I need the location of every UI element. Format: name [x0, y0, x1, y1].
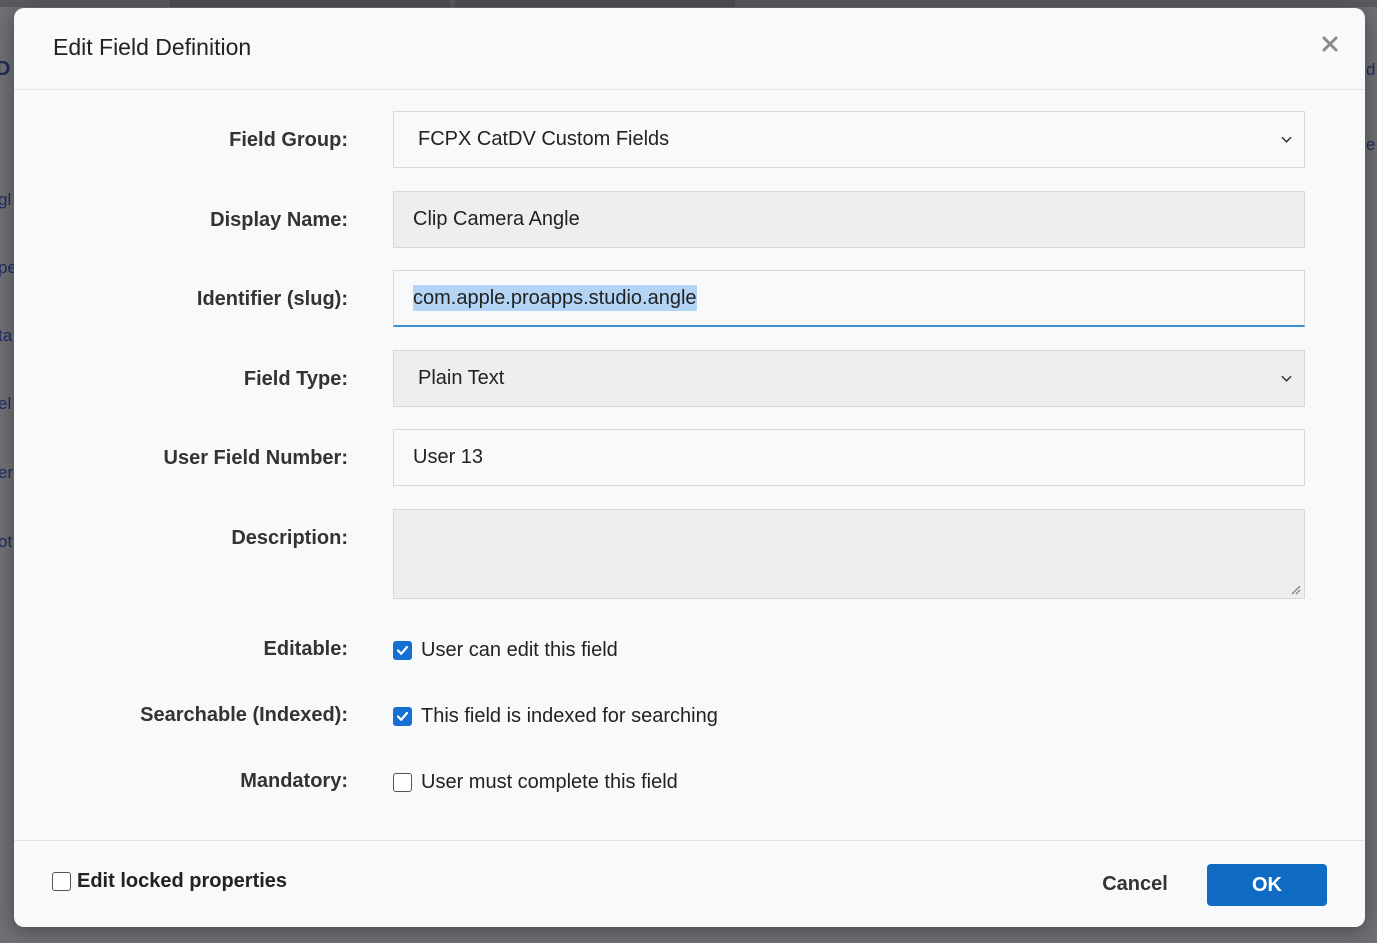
background-topbar	[0, 0, 1377, 7]
background-fragment: e	[1366, 135, 1376, 154]
dialog-title: Edit Field Definition	[53, 34, 252, 60]
background-fragment: ot	[0, 532, 13, 551]
field-type-value: Plain Text	[418, 367, 505, 389]
background-fragment: el	[0, 394, 12, 413]
edit-field-dialog: Edit Field Definition Field Group: FCPX …	[14, 8, 1365, 927]
close-button[interactable]	[1317, 30, 1343, 56]
mandatory-checkbox-row[interactable]: User must complete this field	[393, 770, 678, 794]
searchable-checkbox-row[interactable]: This field is indexed for searching	[393, 704, 718, 728]
editable-checkbox-row[interactable]: User can edit this field	[393, 638, 618, 662]
background-fragment: er	[0, 463, 14, 482]
display-name-label: Display Name:	[210, 209, 348, 231]
checkmark-icon	[396, 711, 409, 721]
display-name-field[interactable]: Clip Camera Angle	[393, 191, 1305, 248]
dialog-footer: Edit locked properties Cancel OK	[14, 840, 1365, 927]
ok-button[interactable]: OK	[1207, 864, 1327, 906]
description-label: Description:	[231, 527, 348, 549]
user-field-number-value: User 13	[413, 446, 484, 468]
searchable-label: Searchable (Indexed):	[140, 704, 348, 726]
searchable-checkbox[interactable]	[393, 706, 412, 726]
field-type-select[interactable]: Plain Text	[393, 350, 1305, 407]
user-field-number-field[interactable]: User 13	[393, 429, 1305, 486]
identifier-value: com.apple.proapps.studio.angle	[413, 285, 697, 311]
edit-locked-label: Edit locked properties	[77, 870, 288, 892]
field-group-select[interactable]: FCPX CatDV Custom Fields	[393, 111, 1305, 168]
chevron-down-icon	[1281, 375, 1292, 382]
close-icon	[1322, 36, 1338, 52]
field-type-label: Field Type:	[243, 368, 348, 390]
background-fragment: ta	[0, 326, 13, 345]
background-fragment: d	[1366, 60, 1376, 79]
field-group-label: Field Group:	[229, 129, 348, 151]
identifier-label: Identifier (slug):	[196, 288, 348, 310]
resize-grip-icon[interactable]	[1289, 583, 1301, 595]
display-name-value: Clip Camera Angle	[413, 208, 580, 230]
user-field-number-label: User Field Number:	[163, 447, 348, 469]
editable-checkbox-label: User can edit this field	[421, 638, 618, 661]
mandatory-checkbox-label: User must complete this field	[421, 770, 678, 793]
edit-locked-row[interactable]: Edit locked properties	[52, 870, 287, 893]
background-fragment: D	[0, 58, 11, 80]
mandatory-checkbox[interactable]	[393, 772, 412, 792]
chevron-down-icon	[1281, 136, 1292, 143]
cancel-button[interactable]: Cancel	[1076, 863, 1194, 905]
identifier-field[interactable]: com.apple.proapps.studio.angle	[393, 270, 1305, 327]
editable-checkbox[interactable]	[393, 640, 412, 660]
field-group-value: FCPX CatDV Custom Fields	[418, 128, 670, 150]
editable-label: Editable:	[263, 638, 348, 660]
background-fragment: gl	[0, 190, 12, 209]
edit-locked-checkbox[interactable]	[52, 872, 71, 891]
mandatory-label: Mandatory:	[240, 770, 348, 792]
description-textarea[interactable]	[393, 509, 1305, 599]
dialog-header: Edit Field Definition	[14, 8, 1365, 90]
checkmark-icon	[396, 645, 409, 655]
searchable-checkbox-label: This field is indexed for searching	[421, 704, 718, 727]
